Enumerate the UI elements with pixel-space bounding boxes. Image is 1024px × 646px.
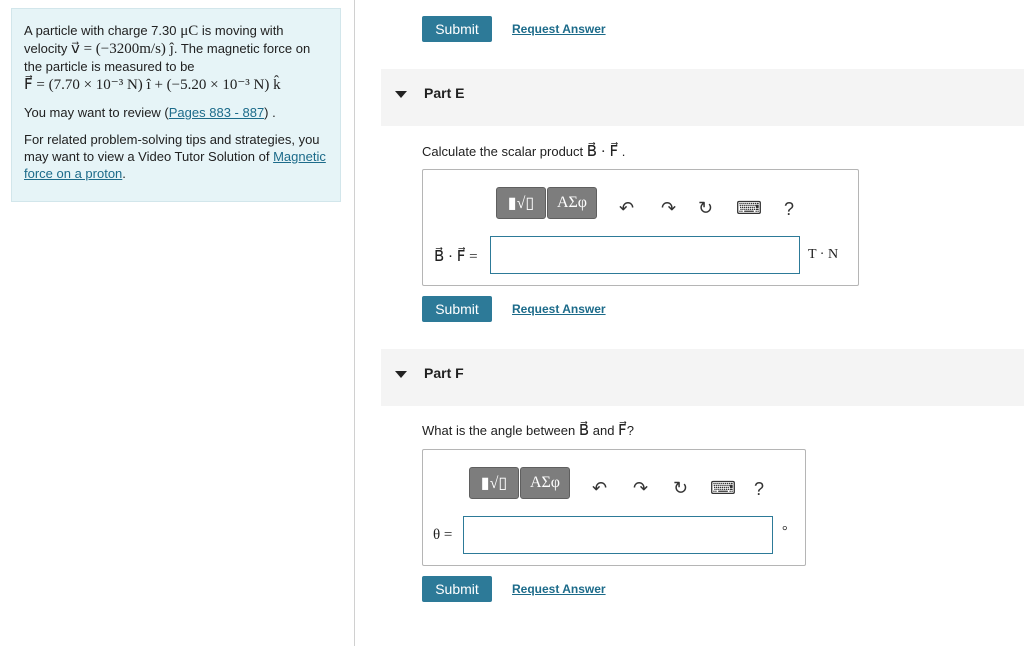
review-pages-link[interactable]: Pages 883 - 887: [169, 105, 264, 120]
reset-icon[interactable]: ↻: [698, 198, 713, 218]
part-e-header[interactable]: Part E: [381, 69, 1024, 126]
help-icon[interactable]: ?: [784, 199, 794, 219]
undo-icon[interactable]: ↶: [619, 198, 634, 218]
part-e-answer-box: ▮√▯ ΑΣφ ↶ ↷ ↻ ⌨ ? B⃗ · F⃗ = T · N: [422, 169, 859, 286]
answer-label: θ =: [433, 527, 453, 543]
velocity-equation: v⃗ = (−3200m/s) ĵ: [70, 41, 174, 57]
undo-icon[interactable]: ↶: [592, 478, 607, 498]
part-f-question: What is the angle between B⃗ and F⃗?: [422, 421, 634, 440]
redo-icon[interactable]: ↷: [633, 478, 648, 498]
submit-button-part-e[interactable]: Submit: [422, 296, 492, 322]
question-text: Calculate the scalar product: [422, 144, 587, 159]
request-answer-link-previous[interactable]: Request Answer: [512, 22, 606, 36]
reset-icon[interactable]: ↻: [673, 478, 688, 498]
review-prefix: You may want to review (: [24, 105, 169, 120]
review-line: You may want to review (Pages 883 - 887)…: [24, 104, 328, 121]
question-suffix: .: [618, 144, 626, 159]
redo-icon[interactable]: ↷: [661, 198, 676, 218]
question-b: B⃗: [578, 423, 590, 439]
intro-text: A particle with charge 7.30: [24, 23, 177, 38]
symbols-button[interactable]: ΑΣφ: [547, 187, 597, 219]
help-icon[interactable]: ?: [754, 479, 764, 499]
templates-button[interactable]: ▮√▯: [469, 467, 519, 499]
panel-divider: [354, 0, 355, 646]
keyboard-icon[interactable]: ⌨: [736, 198, 762, 218]
question-mid: and: [589, 423, 619, 438]
part-f-answer-box: ▮√▯ ΑΣφ ↶ ↷ ↻ ⌨ ? θ = °: [422, 449, 806, 566]
problem-info-panel: A particle with charge 7.30 μC is moving…: [11, 8, 341, 202]
question-f: F⃗: [618, 423, 627, 439]
force-equation: F⃗ = (7.70 × 10⁻³ N) î + (−5.20 × 10⁻³ N…: [24, 77, 281, 93]
review-suffix: ) .: [264, 105, 276, 120]
tips-paragraph: For related problem-solving tips and str…: [24, 131, 328, 182]
submit-button-part-f[interactable]: Submit: [422, 576, 492, 602]
unit-label: T · N: [808, 247, 839, 262]
tips-suffix: .: [122, 166, 126, 181]
answer-label: B⃗ · F⃗ =: [434, 249, 478, 265]
charge-unit: μC: [176, 23, 199, 39]
collapse-arrow-icon[interactable]: [395, 91, 407, 98]
question-text: What is the angle between: [422, 423, 579, 438]
collapse-arrow-icon[interactable]: [395, 371, 407, 378]
keyboard-icon[interactable]: ⌨: [710, 478, 736, 498]
symbols-button[interactable]: ΑΣφ: [520, 467, 570, 499]
answer-input-part-f[interactable]: [463, 516, 773, 554]
part-f-header[interactable]: Part F: [381, 349, 1024, 406]
request-answer-link-part-e[interactable]: Request Answer: [512, 302, 606, 316]
question-math: B⃗ · F⃗: [586, 144, 619, 160]
submit-button-previous[interactable]: Submit: [422, 16, 492, 42]
question-suffix: ?: [626, 423, 634, 438]
problem-intro: A particle with charge 7.30 μC is moving…: [24, 22, 328, 75]
templates-button[interactable]: ▮√▯: [496, 187, 546, 219]
part-e-title: Part E: [424, 85, 465, 101]
answer-input-part-e[interactable]: [490, 236, 800, 274]
part-f-title: Part F: [424, 365, 464, 381]
unit-label: °: [782, 524, 788, 539]
part-e-question: Calculate the scalar product B⃗ · F⃗ .: [422, 142, 625, 161]
request-answer-link-part-f[interactable]: Request Answer: [512, 582, 606, 596]
